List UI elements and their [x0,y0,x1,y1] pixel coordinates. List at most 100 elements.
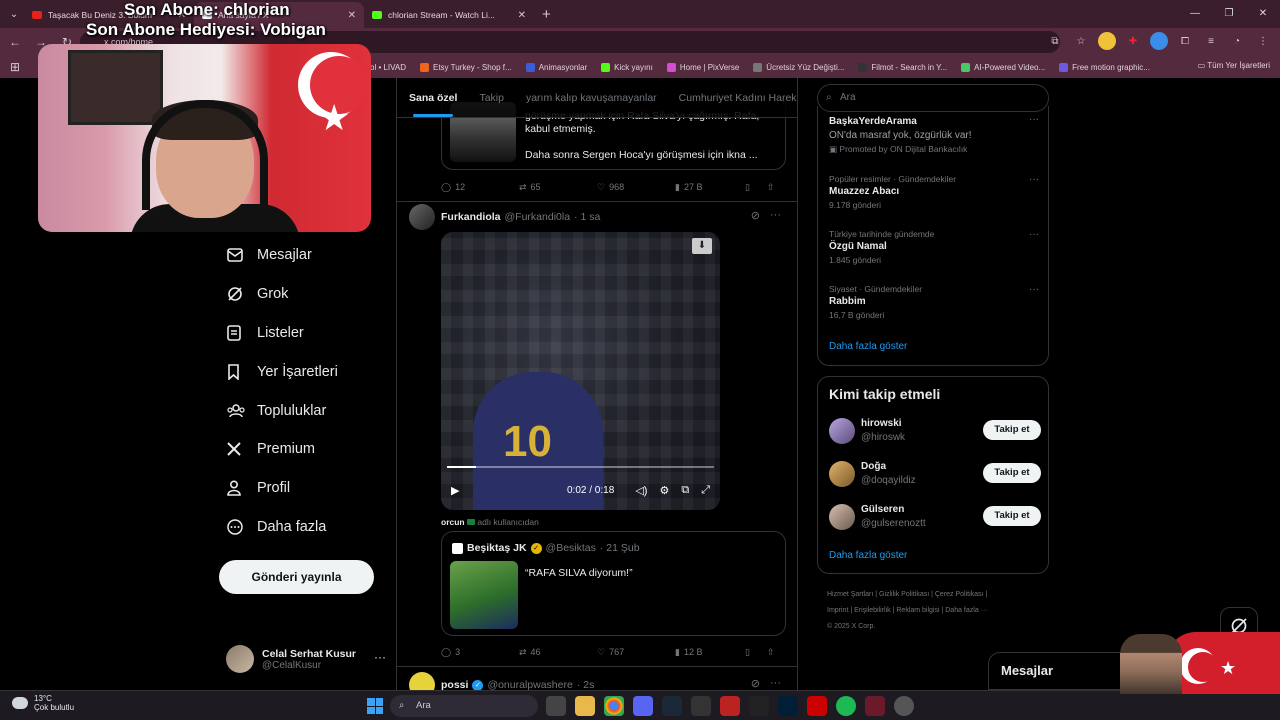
fullscreen-icon[interactable]: ⤢ [701,484,710,497]
extension-icon[interactable]: ✚ [1124,32,1142,50]
bookmark-item[interactable]: Home | PixVerse [666,62,739,72]
epic-games-icon[interactable] [749,696,769,716]
tab-list-1[interactable]: yarım kalıp kavuşamayanlar [526,92,657,104]
bookmark-item[interactable]: Free motion graphic... [1059,62,1150,72]
trend-item[interactable]: Türkiye tarihinde gündemde Özgü Namal 1.… [829,229,1039,265]
settings-gear-icon[interactable] [894,696,914,716]
nav-item-messages[interactable]: Mesajlar [219,236,379,275]
bookmark-item[interactable]: Filmot - Search in Y... [858,62,947,72]
spotify-icon[interactable] [836,696,856,716]
footer-line[interactable]: Imprint | Erişilebilirlik | Reklam bilgi… [827,603,1042,619]
reply-button[interactable]: ◯ 12 [441,180,519,194]
install-app-icon[interactable]: ⧉ [1046,32,1064,50]
close-window-icon[interactable]: ✕ [1246,0,1280,28]
footer-line[interactable]: Hizmet Şartları | Gizlilik Politikası | … [827,587,1042,603]
close-tab-icon[interactable]: ✕ [348,10,356,21]
star-bookmark-icon[interactable]: ☆ [1072,32,1090,50]
volume-icon[interactable]: ◁) [635,484,647,497]
follow-show-more-link[interactable]: Daha fazla göster [829,550,907,561]
repost-username[interactable]: orcun [441,517,465,527]
like-button[interactable]: ♡ 767 [597,645,675,659]
back-arrow-icon[interactable]: ← [4,35,26,49]
promoted-trend[interactable]: BaşkaYerdeArama ON'da masraf yok, özgürl… [829,114,1039,155]
more-horizontal-icon[interactable]: ··· [770,209,781,222]
more-horizontal-icon[interactable]: ··· [374,650,386,664]
nav-item-communities[interactable]: Topluluklar [219,391,379,430]
avatar[interactable] [409,204,435,230]
steam-icon[interactable] [662,696,682,716]
video-progress-bar[interactable] [447,466,714,468]
weather-widget[interactable]: 13°C Çok bulutlu [12,694,74,712]
views-button[interactable]: ▮ 12 B [675,645,745,659]
bookmark-item[interactable]: Ücretsiz Yüz Değişti... [753,62,844,72]
suggested-user[interactable]: Doğa @doqayildiz Takip et [829,459,1041,489]
author-handle[interactable]: @Furkandi0la [505,211,571,223]
more-horizontal-icon[interactable]: ··· [1029,114,1039,125]
extension-icon[interactable] [1098,32,1116,50]
minimize-icon[interactable]: — [1178,0,1212,28]
bookmark-item[interactable]: Animasyonlar [525,62,587,72]
follow-button[interactable]: Takip et [983,506,1041,526]
bookmark-item[interactable]: Etsy Turkey - Shop f... [420,62,512,72]
quoted-post[interactable]: Beşiktaş JK ✓ @Besiktas · 21 Şub “RAFA S… [441,531,786,636]
trend-item[interactable]: Popüler resimler · Gündemdekiler Muazzez… [829,174,1039,210]
task-view-icon[interactable] [546,696,566,716]
bookmark-item[interactable]: Kick yayını [601,62,653,72]
taskbar-search[interactable]: ⌕ Ara [390,695,538,717]
account-switcher[interactable]: Celal Serhat Kusur @CelalKusur ··· [226,642,386,676]
repost-button[interactable]: ⇄ 46 [519,645,597,659]
app-icon[interactable] [807,696,827,716]
nav-item-bookmarks[interactable]: Yer İşaretleri [219,352,379,391]
repost-button[interactable]: ⇄ 65 [519,180,597,194]
nav-item-profile[interactable]: Profil [219,469,379,508]
photoshop-icon[interactable] [778,696,798,716]
profile-avatar-icon[interactable]: ◔ [1228,32,1246,50]
more-horizontal-icon[interactable]: ··· [1029,174,1039,185]
nav-item-lists[interactable]: Listeler [219,314,379,353]
tab-following[interactable]: Takip [479,92,504,104]
all-bookmarks[interactable]: ▭ Tüm Yer İşaretleri [1198,61,1270,70]
suggested-user[interactable]: Gülseren @gulserenoztt Takip et [829,502,1041,532]
views-button[interactable]: ▮ 27 B [675,180,745,194]
app-icon[interactable] [720,696,740,716]
more-horizontal-icon[interactable]: ··· [1029,284,1039,295]
discord-icon[interactable] [633,696,653,716]
bookmark-button[interactable]: ▯ [745,645,767,659]
bookmark-item[interactable]: AI-Powered Video... [961,62,1045,72]
windows-start-icon[interactable] [367,698,383,714]
author-name[interactable]: Furkandiola [441,211,501,223]
grok-icon[interactable]: ⊘ [751,209,760,222]
chrome-icon[interactable] [604,696,624,716]
media-control-icon[interactable]: ≡ [1202,32,1220,50]
video-player[interactable]: 10 ⬇ ▶ 0:02 / 0:18 ◁) ⚙ ⧉ ⤢ [441,232,720,510]
kebab-menu-icon[interactable]: ⋮ [1254,32,1272,50]
follow-button[interactable]: Takip et [983,463,1041,483]
suggested-user[interactable]: hirowski @hiroswk Takip et [829,416,1041,446]
like-button[interactable]: ♡ 968 [597,180,675,194]
more-horizontal-icon[interactable]: ··· [1029,229,1039,240]
trend-item[interactable]: Siyaset · Gündemdekiler Rabbim 16,7 B gö… [829,284,1039,320]
more-horizontal-icon[interactable]: ··· [770,677,781,690]
settings-gear-icon[interactable]: ⚙ [659,484,669,497]
extensions-puzzle-icon[interactable]: ⧠ [1176,32,1194,50]
share-button[interactable]: ⇧ [767,645,775,659]
play-icon[interactable]: ▶ [451,484,459,497]
apps-grid-icon[interactable]: ⊞ [4,60,26,74]
file-explorer-icon[interactable] [575,696,595,716]
browser-tab[interactable]: chlorian Stream - Watch Li... ✕ [364,2,534,28]
nav-item-premium[interactable]: Premium [219,430,379,469]
bookmark-item[interactable]: sol • LIVAD [366,63,406,72]
close-tab-icon[interactable]: ✕ [518,10,526,21]
nav-item-more[interactable]: Daha fazla [219,508,379,547]
grok-icon[interactable]: ⊘ [751,677,760,690]
capcut-icon[interactable] [691,696,711,716]
tab-for-you[interactable]: Sana özel [409,92,457,117]
bookmark-button[interactable]: ▯ [745,180,767,194]
follow-button[interactable]: Takip et [983,420,1041,440]
tab-list-2[interactable]: Cumhuriyet Kadını Hareke [679,92,797,104]
tab-list-chevron-icon[interactable]: ⌄ [4,4,24,24]
download-icon[interactable]: ⬇ [692,238,712,254]
maximize-icon[interactable]: ❐ [1212,0,1246,28]
post-time[interactable]: · 1 sa [574,211,600,223]
new-tab-plus-icon[interactable]: + [542,6,551,23]
